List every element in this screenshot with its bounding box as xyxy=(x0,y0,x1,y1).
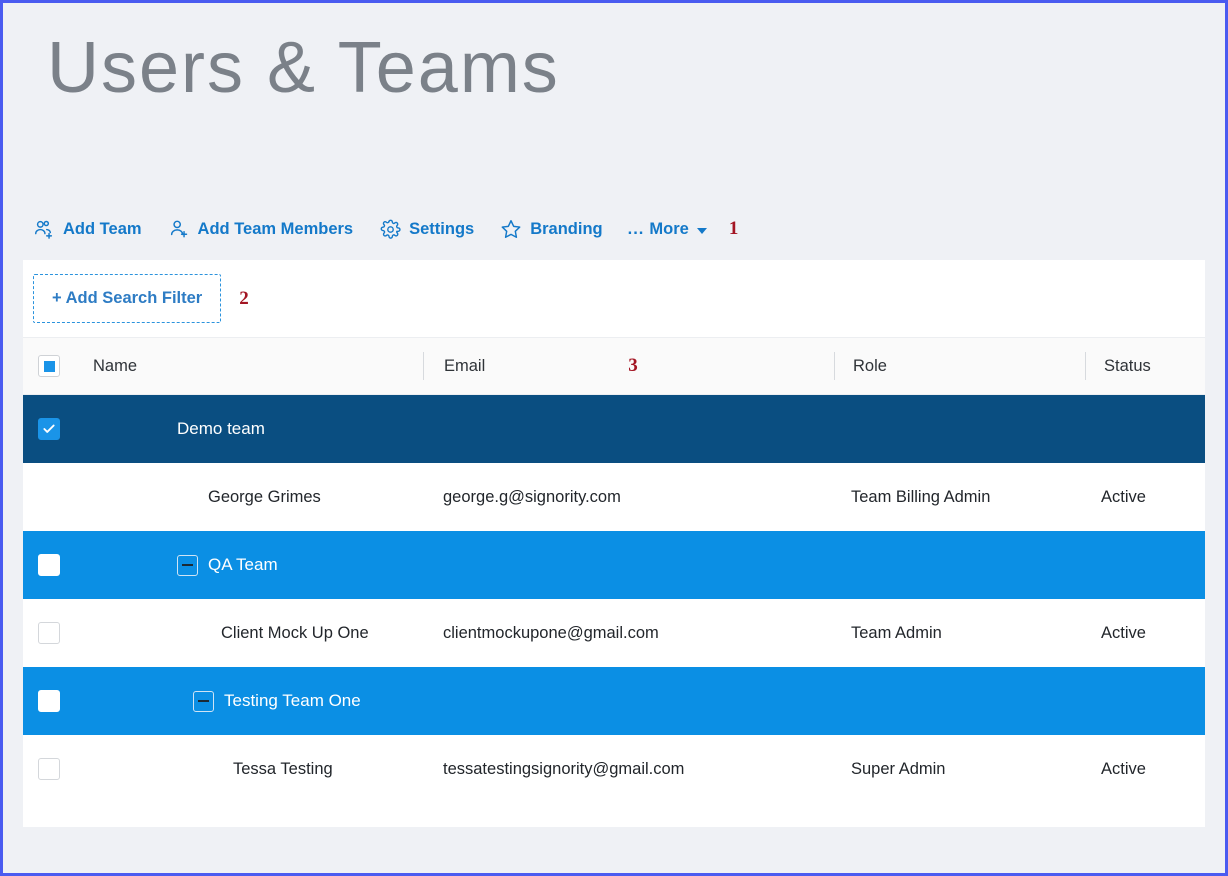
row-checkbox[interactable] xyxy=(38,758,60,780)
team-name: Demo team xyxy=(177,419,265,438)
more-dots: ... xyxy=(627,219,645,238)
annotation-2: 2 xyxy=(239,287,249,309)
settings-button[interactable]: Settings xyxy=(378,217,474,241)
page-header: Users & Teams xyxy=(3,3,1225,198)
table-header-row: Name Email 3 Role Status xyxy=(23,337,1205,395)
add-team-icon xyxy=(32,217,56,241)
member-email: tessatestingsignority@gmail.com xyxy=(443,759,685,778)
member-status: Active xyxy=(1101,487,1146,506)
users-teams-page: Users & Teams Add Team Add Team Members … xyxy=(0,0,1228,876)
row-checkbox[interactable] xyxy=(38,554,60,576)
page-title: Users & Teams xyxy=(47,28,560,108)
column-header-role[interactable]: Role xyxy=(835,351,1085,381)
collapse-toggle-icon[interactable] xyxy=(177,554,198,576)
row-select-cell xyxy=(23,418,93,440)
team-name: QA Team xyxy=(208,555,278,574)
member-email: george.g@signority.com xyxy=(443,487,621,506)
row-select-cell xyxy=(23,622,93,644)
team-name-cell: Testing Team One xyxy=(93,690,361,712)
branding-button[interactable]: Branding xyxy=(499,217,603,241)
settings-label: Settings xyxy=(409,219,475,238)
column-header-email-cell: Email 3 xyxy=(424,351,834,381)
branding-label: Branding xyxy=(530,219,603,238)
page-bottom-spacer xyxy=(3,827,1225,873)
table-row[interactable]: Demo team xyxy=(23,395,1205,463)
more-menu-button[interactable]: ... More xyxy=(628,220,707,239)
member-name: Tessa Testing xyxy=(233,759,333,778)
search-filter-panel: + Add Search Filter 2 xyxy=(23,260,1205,337)
row-checkbox[interactable] xyxy=(38,690,60,712)
row-checkbox[interactable] xyxy=(38,418,60,440)
table-row[interactable]: Testing Team One xyxy=(23,667,1205,735)
row-select-cell xyxy=(23,554,93,576)
member-role: Team Admin xyxy=(851,623,942,642)
users-teams-table: Name Email 3 Role Status Demo team Georg… xyxy=(23,337,1205,803)
action-toolbar: Add Team Add Team Members Settings Brand… xyxy=(3,198,1225,260)
member-role: Team Billing Admin xyxy=(851,487,991,506)
member-status: Active xyxy=(1101,759,1146,778)
select-all-cell xyxy=(23,355,93,377)
more-label: More xyxy=(649,219,689,238)
add-team-label: Add Team xyxy=(63,219,142,238)
team-name-cell: QA Team xyxy=(93,554,278,576)
add-search-filter-button[interactable]: + Add Search Filter xyxy=(33,274,222,323)
gear-icon xyxy=(378,217,402,241)
annotation-3: 3 xyxy=(628,355,638,376)
select-all-checkbox[interactable] xyxy=(38,355,60,377)
team-name: Testing Team One xyxy=(224,691,361,710)
add-team-members-label: Add Team Members xyxy=(197,219,354,238)
column-header-email[interactable]: Email xyxy=(444,357,485,376)
row-checkbox[interactable] xyxy=(38,622,60,644)
member-name: George Grimes xyxy=(208,487,321,506)
member-role: Super Admin xyxy=(851,759,946,778)
table-row[interactable]: Tessa Testing tessatestingsignority@gmai… xyxy=(23,735,1205,803)
column-header-status[interactable]: Status xyxy=(1086,351,1205,381)
table-row[interactable]: George Grimes george.g@signority.com Tea… xyxy=(23,463,1205,531)
add-team-button[interactable]: Add Team xyxy=(32,217,142,241)
member-name: Client Mock Up One xyxy=(221,623,369,642)
row-select-cell xyxy=(23,758,93,780)
table-footer-spacer xyxy=(23,803,1205,827)
star-icon xyxy=(499,217,523,241)
table-row[interactable]: Client Mock Up One clientmockupone@gmail… xyxy=(23,599,1205,667)
member-email: clientmockupone@gmail.com xyxy=(443,623,659,642)
collapse-toggle-icon[interactable] xyxy=(193,690,214,712)
add-team-members-icon xyxy=(167,217,191,241)
annotation-1: 1 xyxy=(728,218,739,239)
chevron-down-icon xyxy=(696,228,707,234)
member-status: Active xyxy=(1101,623,1146,642)
row-select-cell xyxy=(23,690,93,712)
add-team-members-button[interactable]: Add Team Members xyxy=(167,217,354,241)
column-header-name[interactable]: Name xyxy=(93,351,423,381)
table-row[interactable]: QA Team xyxy=(23,531,1205,599)
